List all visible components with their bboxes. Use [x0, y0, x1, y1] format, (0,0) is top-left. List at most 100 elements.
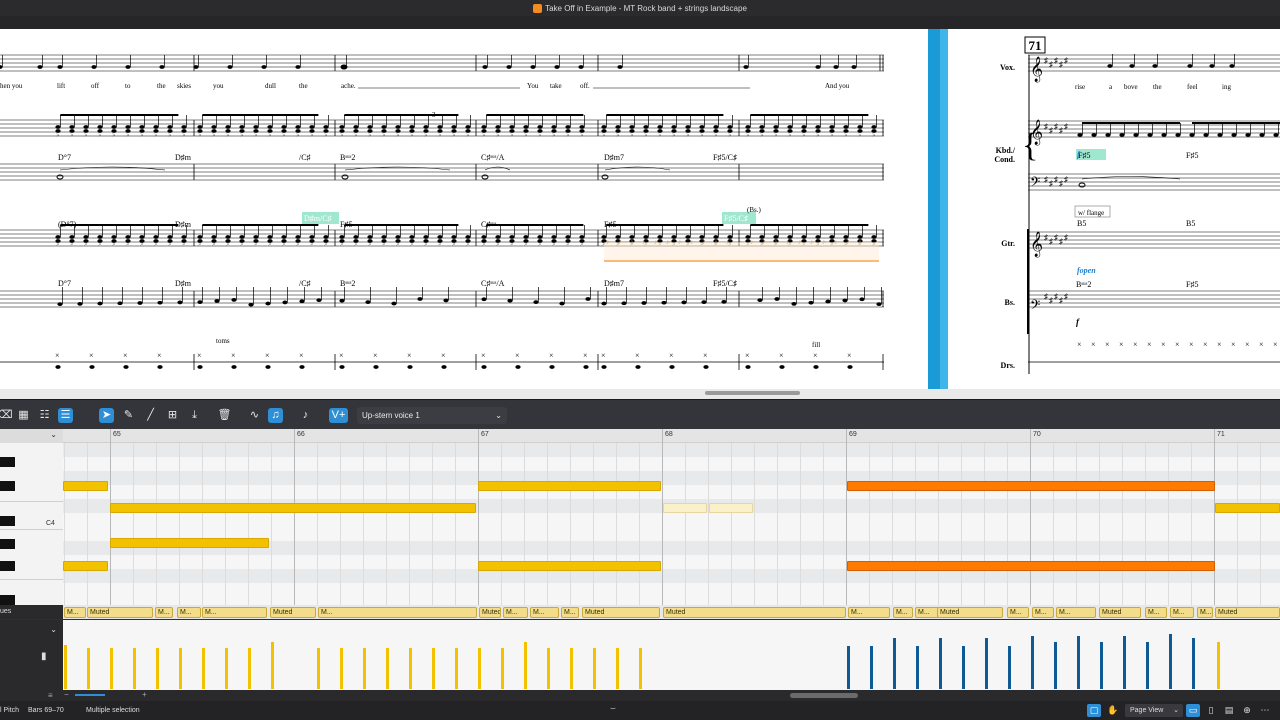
velocity-bar[interactable]	[317, 648, 320, 689]
chord-symbol[interactable]: C♯ˢᵘˢ/A	[481, 153, 505, 162]
lane-segment[interactable]: M...	[1007, 607, 1029, 618]
velocity-bar[interactable]	[870, 646, 873, 689]
midi-note[interactable]	[847, 561, 1215, 571]
score-canvas[interactable]: > > > > > > > > > >> > > > > > > > > >> > > > > > > > > >> > > > > > > > > >…	[0, 29, 1280, 389]
note-icon[interactable]: ♫	[268, 408, 283, 423]
velocity-bar[interactable]	[985, 638, 988, 689]
midi-note[interactable]	[709, 503, 753, 513]
lane-segment[interactable]: M...	[530, 607, 559, 618]
lane-segment[interactable]: Muted	[582, 607, 660, 618]
lane-segment[interactable]: M...	[1170, 607, 1194, 618]
velocity-bar[interactable]	[1077, 636, 1080, 689]
midi-note[interactable]	[63, 481, 108, 491]
pencil-icon[interactable]: ✎	[121, 408, 136, 423]
chord-symbol[interactable]: D♯m	[175, 220, 192, 229]
velocity-bar[interactable]	[386, 648, 389, 689]
black-key[interactable]	[0, 539, 15, 549]
chord-symbol[interactable]: F♯5/C♯	[713, 153, 737, 162]
black-key[interactable]	[0, 516, 15, 526]
velocity-bar[interactable]	[570, 648, 573, 689]
lane-segment[interactable]: M...	[848, 607, 890, 618]
lane-segment[interactable]: M...	[1197, 607, 1213, 618]
score-scrollbar[interactable]	[705, 391, 800, 395]
black-key[interactable]	[0, 481, 15, 491]
velocity-bar[interactable]	[87, 648, 90, 689]
velocity-bar[interactable]	[1217, 642, 1220, 689]
hand-icon[interactable]: ✋	[1106, 704, 1120, 717]
zoom-icon[interactable]: ⊕	[1240, 704, 1254, 717]
view-select[interactable]: Page View ⌄	[1125, 704, 1183, 717]
guitar-selection-region[interactable]	[604, 242, 879, 262]
chord-symbol[interactable]: C♯ˢᵘˢ	[481, 220, 497, 229]
chord-symbol[interactable]: B5	[1077, 219, 1086, 228]
velocity-bar[interactable]	[432, 648, 435, 689]
lanes-icon[interactable]: ☰	[58, 408, 73, 423]
chord-symbol[interactable]: D♯m7	[604, 279, 624, 288]
velocity-bar[interactable]	[1192, 638, 1195, 689]
lane-segment[interactable]: Muted	[479, 607, 501, 618]
zoom-out-icon[interactable]: −	[64, 690, 69, 699]
velocity-bar[interactable]	[1123, 636, 1126, 689]
lane-segment[interactable]: M...	[893, 607, 913, 618]
velocity-bar[interactable]	[593, 648, 596, 689]
select-arrow-icon[interactable]: ➤	[99, 408, 114, 423]
velocity-bar[interactable]	[1100, 642, 1103, 689]
lane-segment[interactable]: M...	[1145, 607, 1167, 618]
midi-note[interactable]	[110, 503, 476, 513]
lane-segment[interactable]: Muted	[87, 607, 153, 618]
lane-segment[interactable]: M...	[177, 607, 201, 618]
lane-segment[interactable]: M...	[1032, 607, 1054, 618]
chord-symbol[interactable]: (D°7)	[58, 220, 77, 229]
velocity-bar[interactable]	[962, 646, 965, 689]
lane-segment[interactable]: M...	[155, 607, 173, 618]
bar-ruler[interactable]: 65 66 67 68 69 70 71	[63, 429, 1280, 443]
midi-note[interactable]	[110, 538, 269, 548]
tie-icon[interactable]: ♪	[298, 408, 313, 423]
voice-select[interactable]: Up-stem voice 1 ⌄	[357, 407, 507, 424]
velocity-bar[interactable]	[340, 648, 343, 689]
velocity-bar[interactable]	[847, 646, 850, 689]
velocity-bar[interactable]	[271, 642, 274, 689]
piano-roll-grid[interactable]: 65 66 67 68 69 70 71	[63, 429, 1280, 605]
velocity-bar[interactable]	[248, 648, 251, 689]
grid-icon[interactable]: ▦	[16, 408, 31, 423]
chord-symbol[interactable]: F♯5/C♯	[713, 279, 737, 288]
black-key[interactable]	[0, 561, 15, 571]
lane-segment[interactable]: Muted	[937, 607, 1003, 618]
pages-icon[interactable]: ▯	[1204, 704, 1218, 717]
black-key[interactable]	[0, 457, 15, 467]
lane-segment[interactable]: Muted	[1215, 607, 1280, 618]
chord-symbol[interactable]: Bˢᵘˢ2	[340, 279, 355, 288]
chord-symbol[interactable]: C♯ˢᵘˢ/A	[481, 279, 505, 288]
chord-symbol[interactable]: D♯m/C♯	[304, 214, 332, 223]
chord-symbol[interactable]: D♯m7	[604, 153, 624, 162]
midi-note[interactable]	[478, 481, 661, 491]
lane-header[interactable]: ues	[0, 605, 63, 619]
velocity-bar[interactable]	[1031, 636, 1034, 689]
midi-note[interactable]	[1215, 503, 1280, 513]
velocity-bar[interactable]	[409, 648, 412, 689]
more-icon[interactable]: ⋯	[1258, 704, 1272, 717]
lane-segment[interactable]: M...	[64, 607, 86, 618]
chord-symbol[interactable]: F♯5	[340, 220, 352, 229]
velocity-lane[interactable]	[63, 620, 1280, 690]
velocity-bar[interactable]	[64, 645, 67, 689]
midi-note[interactable]	[663, 503, 707, 513]
chord-symbol[interactable]: Bˢᵘˢ2	[340, 153, 355, 162]
velocity-bar[interactable]	[179, 648, 182, 689]
velocity-bar[interactable]	[893, 638, 896, 689]
waveform-icon[interactable]: ∿	[247, 408, 262, 423]
lane-segment[interactable]: Muted	[663, 607, 846, 618]
chord-symbol[interactable]: D°7	[58, 279, 71, 288]
velocity-bar[interactable]	[133, 648, 136, 689]
zoom-in-icon[interactable]: +	[142, 690, 147, 699]
midi-note[interactable]	[63, 561, 108, 571]
right-notes[interactable]: × × × × × × × × × × × × × × ×♯ ♯ ♯ ♯ ♯♯ ♯ ♯ ♯ ♯♯ ♯ ♯ ♯ ♯♯ ♯ ♯ ♯ ♯♯ ♯ ♯ ♯ ♯	[1044, 54, 1280, 349]
lane-segment[interactable]: M...	[1056, 607, 1096, 618]
velocity-bar[interactable]	[547, 648, 550, 689]
line-icon[interactable]: ╱	[143, 408, 158, 423]
spread-icon[interactable]: ▤	[1222, 704, 1236, 717]
velocity-bar[interactable]	[1008, 646, 1011, 689]
velocity-bar[interactable]	[639, 648, 642, 689]
velocity-bar[interactable]	[1169, 634, 1172, 689]
